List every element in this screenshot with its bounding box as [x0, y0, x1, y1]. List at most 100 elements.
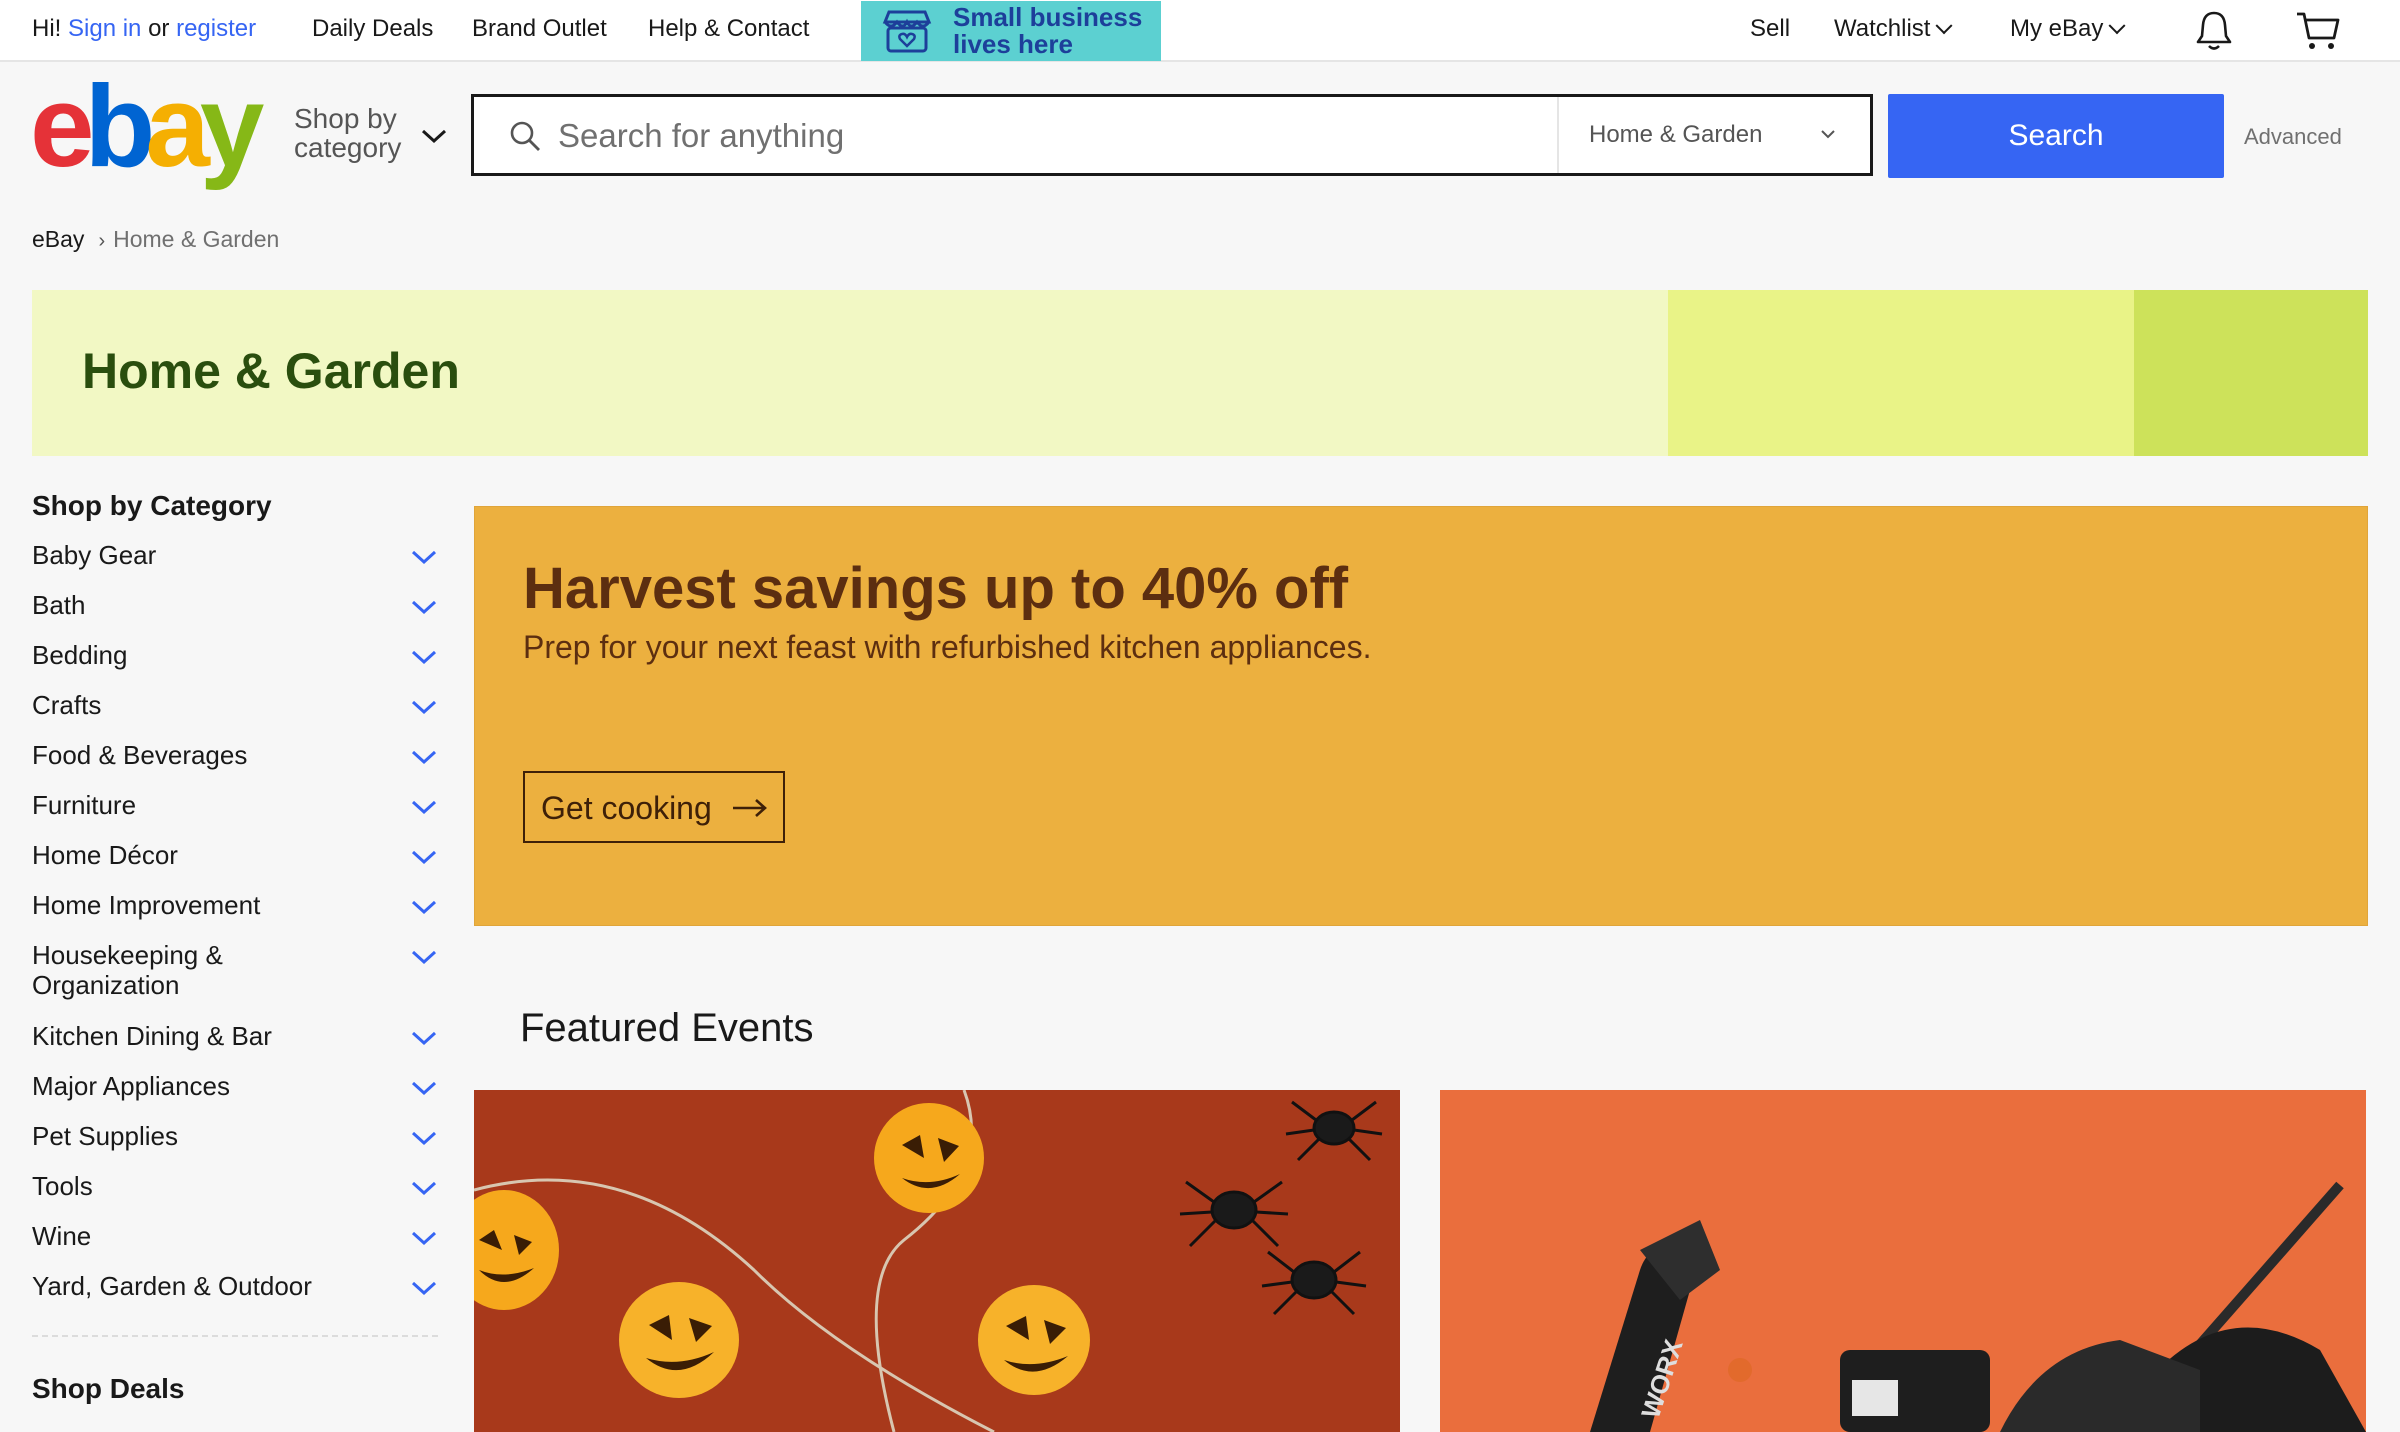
featured-event-card-outdoor-power[interactable]: WORX [1440, 1090, 2366, 1432]
sidebar-item[interactable]: Wine [32, 1217, 442, 1267]
category-sidebar: Shop by Category Baby Gear Bath Bedding … [32, 490, 442, 1405]
small-business-promo[interactable]: Small business lives here [861, 1, 1161, 61]
sidebar-item-label: Baby Gear [32, 540, 157, 570]
chevron-down-icon[interactable] [410, 1279, 438, 1297]
greeting-or: or [148, 15, 170, 42]
sidebar-item[interactable]: Home Improvement [32, 886, 442, 936]
sidebar-item-label: Tools [32, 1171, 93, 1201]
get-cooking-button[interactable]: Get cooking [523, 771, 785, 843]
greeting-prefix: Hi! [32, 15, 62, 42]
sidebar-item-label: Housekeeping & Organization [32, 940, 223, 1000]
breadcrumb: eBay › Home & Garden [32, 226, 279, 253]
search-button[interactable]: Search [1888, 94, 2224, 178]
sign-in-link[interactable]: Sign in [68, 15, 141, 42]
featured-event-card-halloween[interactable] [474, 1090, 1400, 1432]
greeting: Hi! Sign in or register [32, 15, 256, 43]
help-contact-link[interactable]: Help & Contact [648, 15, 809, 43]
promo-subtitle: Prep for your next feast with refurbishe… [523, 629, 1372, 665]
sidebar-item[interactable]: Tools [32, 1167, 442, 1217]
cta-label: Get cooking [541, 790, 712, 826]
banner-accent-block [1668, 290, 2136, 456]
chevron-down-icon[interactable] [410, 798, 438, 816]
sidebar-item-label: Food & Beverages [32, 740, 248, 770]
cart-icon[interactable] [2294, 6, 2342, 54]
sidebar-item-label: Pet Supplies [32, 1121, 178, 1151]
logo-letter-b: b [85, 80, 152, 190]
spider-decoration [1285, 1100, 1383, 1162]
breadcrumb-ebay[interactable]: eBay [32, 226, 84, 252]
chevron-down-icon [2108, 17, 2126, 35]
sidebar-item-label: Kitchen Dining & Bar [32, 1021, 272, 1051]
chevron-right-icon: › [98, 230, 106, 252]
page-title: Home & Garden [82, 343, 460, 399]
search-input[interactable]: Search for anything [558, 117, 844, 155]
top-utility-bar: Hi! Sign in or register Daily Deals Bran… [0, 0, 2400, 62]
chevron-down-icon[interactable] [410, 748, 438, 766]
promo-text: Small business lives here [953, 4, 1153, 58]
brand-outlet-link[interactable]: Brand Outlet [472, 15, 607, 43]
chevron-down-icon[interactable] [420, 126, 448, 146]
lawn-equipment-image: WORX [1590, 1181, 2366, 1432]
chevron-down-icon[interactable] [410, 648, 438, 666]
sidebar-item[interactable]: Yard, Garden & Outdoor [32, 1267, 442, 1317]
sell-link[interactable]: Sell [1750, 15, 1790, 43]
register-link[interactable]: register [176, 15, 256, 42]
halloween-lights-image [474, 1090, 1383, 1432]
advanced-search-link[interactable]: Advanced [2244, 124, 2342, 150]
svg-text:ebay: ebay [30, 80, 264, 190]
category-select-value: Home & Garden [1589, 121, 1763, 148]
ebay-logo[interactable]: ebay [30, 80, 270, 190]
spider-decoration [1261, 1250, 1367, 1316]
sidebar-item[interactable]: Baby Gear [32, 536, 442, 586]
logo-letter-y: y [200, 80, 264, 190]
sidebar-item[interactable]: Pet Supplies [32, 1117, 442, 1167]
chevron-down-icon[interactable] [410, 948, 438, 966]
chevron-down-icon[interactable] [410, 698, 438, 716]
bell-icon[interactable] [2190, 6, 2238, 54]
chevron-down-icon[interactable] [410, 1179, 438, 1197]
sidebar-item[interactable]: Major Appliances [32, 1067, 442, 1117]
sidebar-item-label: Bath [32, 590, 86, 620]
category-banner: Home & Garden [32, 290, 2368, 456]
search-icon [510, 121, 540, 151]
storefront-icon [882, 10, 932, 53]
sidebar-item[interactable]: Crafts [32, 686, 442, 736]
banner-accent-block [2134, 290, 2368, 456]
chevron-down-icon[interactable] [410, 1029, 438, 1047]
my-ebay-label: My eBay [2010, 15, 2104, 42]
chevron-down-icon[interactable] [410, 1229, 438, 1247]
watchlist-menu[interactable]: Watchlist [1834, 15, 1953, 43]
sidebar-item[interactable]: Kitchen Dining & Bar [32, 1017, 442, 1067]
spider-decoration [1179, 1180, 1289, 1248]
sidebar-item[interactable]: Home Décor [32, 836, 442, 886]
category-select[interactable]: Home & Garden [1557, 97, 1873, 173]
pumpkin-light [978, 1285, 1090, 1395]
sidebar-heading: Shop by Category [32, 490, 272, 521]
chevron-down-icon[interactable] [410, 548, 438, 566]
harvest-promo-banner[interactable]: Harvest savings up to 40% off Prep for y… [474, 506, 2368, 926]
search-bar: Search for anything Home & Garden [471, 94, 1873, 176]
pumpkin-light [874, 1103, 984, 1213]
chevron-down-icon[interactable] [410, 898, 438, 916]
watchlist-label: Watchlist [1834, 15, 1931, 42]
shop-by-category-button[interactable]: Shop by category [294, 104, 434, 162]
sidebar-item[interactable]: Furniture [32, 786, 442, 836]
shop-by-line-2: category [294, 132, 402, 163]
sidebar-item[interactable]: Food & Beverages [32, 736, 442, 786]
sidebar-item-label: Wine [32, 1221, 92, 1251]
shop-by-line-1: Shop by [294, 103, 397, 134]
featured-events-heading: Featured Events [520, 1006, 814, 1050]
promo-line-2: lives here [953, 29, 1073, 59]
chevron-down-icon[interactable] [410, 1129, 438, 1147]
sidebar-item[interactable]: Bath [32, 586, 442, 636]
chevron-down-icon[interactable] [410, 848, 438, 866]
chevron-down-icon[interactable] [410, 598, 438, 616]
my-ebay-menu[interactable]: My eBay [2010, 15, 2126, 43]
pumpkin-light [619, 1282, 739, 1398]
sidebar-item-label: Home Improvement [32, 890, 261, 920]
chevron-down-icon[interactable] [410, 1079, 438, 1097]
logo-letter-e: e [30, 80, 91, 190]
sidebar-item[interactable]: Housekeeping & Organization [32, 936, 442, 1017]
sidebar-item[interactable]: Bedding [32, 636, 442, 686]
daily-deals-link[interactable]: Daily Deals [312, 15, 433, 43]
